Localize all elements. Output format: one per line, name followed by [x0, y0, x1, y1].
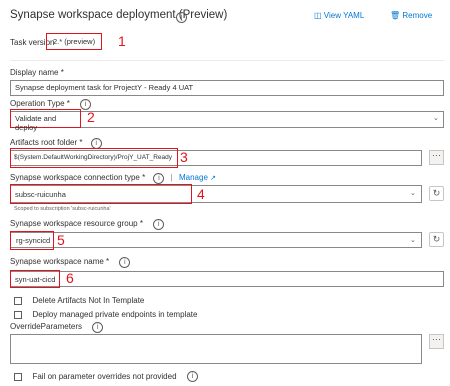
annotation-1: 1 — [118, 33, 126, 49]
info-icon[interactable]: i — [92, 322, 104, 333]
refresh-icon[interactable]: ↻ — [429, 232, 444, 247]
resource-group-label-text: Synapse workspace resource group * — [10, 219, 143, 228]
remove-link[interactable]: 🗑 Remove — [390, 11, 432, 20]
refresh-icon[interactable]: ↻ — [429, 186, 444, 201]
connection-type-label-text: Synapse workspace connection type * — [10, 173, 146, 182]
chevron-down-icon[interactable]: ⌄ — [410, 189, 416, 197]
operation-type-highlight: Validate and deploy — [10, 109, 81, 132]
operation-type-label-text: Operation Type * — [10, 99, 70, 108]
display-name-input[interactable]: Synapse deployment task for ProjectY - R… — [10, 80, 444, 96]
view-yaml-link[interactable]: ◫ View YAML — [314, 11, 364, 20]
deploy-endpoints-label: Deploy managed private endpoints in temp… — [32, 310, 198, 320]
view-yaml-label: View YAML — [323, 11, 365, 20]
resource-group-label: Synapse workspace resource group * i — [10, 219, 165, 230]
chevron-down-icon[interactable]: ⌄ — [433, 114, 439, 122]
artifacts-root-highlight: $(System.DefaultWorkingDirectory)/ProjY_… — [10, 148, 178, 168]
manage-link[interactable]: Manage — [179, 173, 208, 182]
info-icon[interactable]: i — [186, 371, 198, 383]
view-yaml-icon: ◫ — [314, 11, 322, 20]
workspace-name-label-text: Synapse workspace name * — [10, 257, 110, 266]
checkbox-box[interactable] — [14, 372, 22, 381]
info-icon[interactable]: i — [153, 173, 165, 184]
override-parameters-label-text: OverrideParameters — [10, 322, 83, 331]
annotation-4: 4 — [197, 186, 205, 202]
external-link-icon: ↗ — [210, 175, 217, 182]
remove-label: Remove — [402, 11, 433, 20]
fail-on-overrides-checkbox[interactable]: Fail on parameter overrides not provided… — [14, 368, 198, 386]
display-name-label: Display name * — [10, 68, 64, 77]
delete-artifacts-label: Delete Artifacts Not In Template — [32, 296, 145, 306]
divider — [10, 60, 444, 61]
override-parameters-input[interactable] — [10, 334, 422, 364]
annotation-3: 3 — [180, 149, 188, 165]
task-version-select[interactable]: 2.* (preview) — [46, 33, 102, 50]
annotation-5: 5 — [57, 232, 65, 248]
connection-scope-hint: Scoped to subscription 'subsc-ruicunha' — [14, 206, 111, 212]
workspace-name-value: syn-uat-cicd — [15, 275, 56, 284]
workspace-name-label: Synapse workspace name * i — [10, 257, 131, 268]
resource-group-value: rg-syncicd — [16, 236, 51, 245]
checkbox-box[interactable] — [14, 310, 22, 319]
info-icon[interactable]: i — [176, 12, 187, 23]
checkbox-box[interactable] — [14, 296, 22, 305]
workspace-name-highlight: syn-uat-cicd — [10, 270, 60, 288]
annotation-2: 2 — [87, 109, 95, 125]
override-parameters-label: OverrideParameters i — [10, 322, 104, 333]
more-icon[interactable]: ⋯ — [429, 334, 444, 349]
fail-on-overrides-label: Fail on parameter overrides not provided — [32, 372, 177, 382]
operation-type-value: Validate and deploy — [15, 114, 57, 132]
artifacts-root-label-text: Artifacts root folder * — [10, 138, 83, 147]
resource-group-select[interactable] — [10, 232, 422, 248]
workspace-name-input[interactable] — [10, 271, 444, 287]
annotation-6: 6 — [66, 270, 74, 286]
more-icon[interactable]: ⋯ — [429, 150, 444, 165]
task-title: Synapse workspace deployment (Preview) — [10, 9, 228, 21]
info-icon[interactable]: i — [119, 257, 131, 268]
connection-type-value: subsc-ruicunha — [15, 190, 66, 199]
connection-type-label: Synapse workspace connection type * i | … — [10, 173, 217, 184]
chevron-down-icon[interactable]: ⌄ — [410, 236, 416, 244]
info-icon[interactable]: i — [153, 219, 165, 230]
trash-icon: 🗑 — [390, 11, 401, 20]
artifacts-root-value: $(System.DefaultWorkingDirectory)/ProjY_… — [14, 154, 172, 161]
task-version-value: 2.* (preview) — [53, 37, 96, 46]
connection-type-highlight: subsc-ruicunha — [10, 184, 192, 204]
resource-group-highlight: rg-syncicd — [10, 231, 54, 250]
